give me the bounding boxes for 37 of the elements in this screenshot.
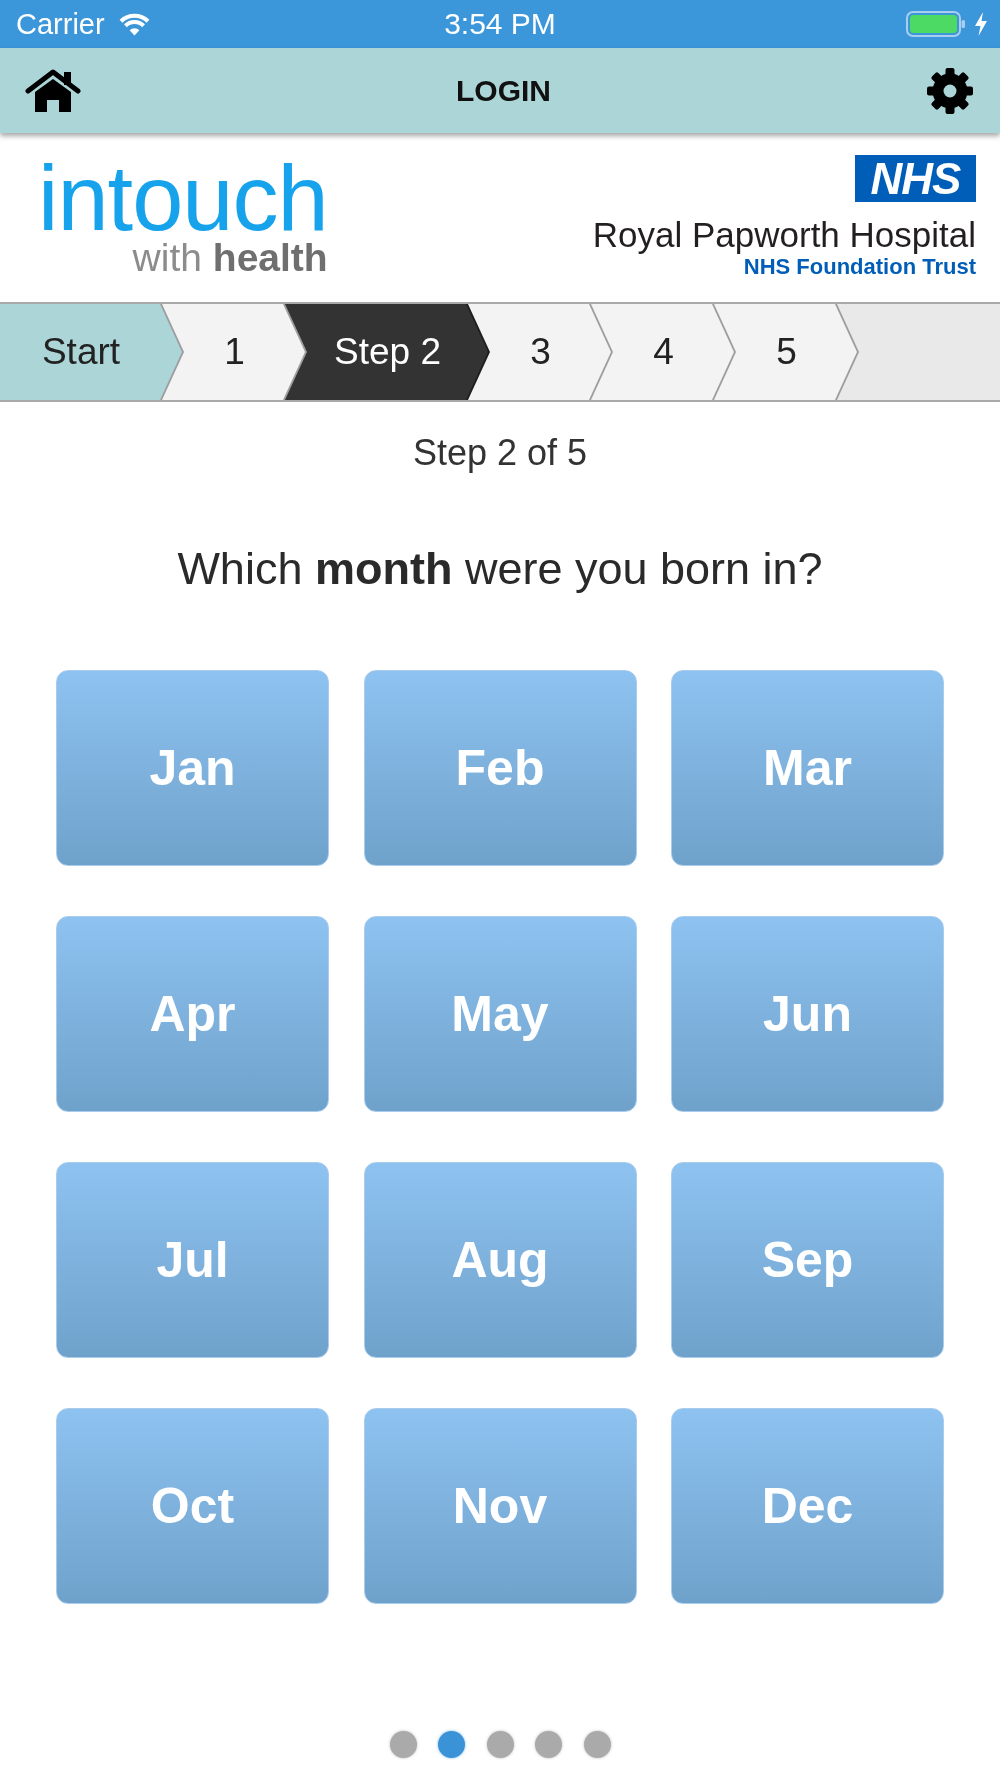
home-icon[interactable] <box>25 68 81 113</box>
month-button[interactable]: Oct <box>56 1408 329 1604</box>
step-tab[interactable]: Step 2 <box>307 304 490 400</box>
month-button[interactable]: Jan <box>56 670 329 866</box>
month-button[interactable]: Nov <box>363 1408 637 1604</box>
month-button[interactable]: Jul <box>56 1162 329 1358</box>
page-dot[interactable] <box>389 1731 417 1758</box>
month-button[interactable]: Sep <box>671 1162 944 1358</box>
page-dot[interactable] <box>583 1731 611 1758</box>
step-tab[interactable]: 1 <box>184 304 307 400</box>
page-dot[interactable] <box>438 1731 465 1758</box>
trust-name: NHS Foundation Trust <box>743 254 976 280</box>
month-button[interactable]: Mar <box>671 670 944 866</box>
hospital-name: Royal Papworth Hospital <box>592 216 976 254</box>
app-logo-tagline: with health <box>132 237 328 278</box>
page-dot[interactable] <box>486 1731 514 1758</box>
step-tab[interactable]: Start <box>0 304 184 400</box>
app-logo-wordmark: intouch <box>38 157 328 238</box>
nav-title: LOGIN <box>456 73 551 108</box>
carrier-label: Carrier <box>16 7 105 41</box>
month-button[interactable]: May <box>363 916 637 1112</box>
step-tab[interactable]: 3 <box>490 304 613 400</box>
wifi-icon <box>118 12 150 36</box>
page-dot[interactable] <box>535 1731 562 1758</box>
clock-time: 3:54 PM <box>444 7 556 40</box>
question-text: Which month were you born in? <box>176 542 824 596</box>
step-tab[interactable]: 4 <box>613 304 736 400</box>
month-button[interactable]: Jun <box>671 916 944 1112</box>
progress-text: Step 2 of 5 <box>411 431 589 475</box>
month-button[interactable]: Aug <box>363 1162 637 1358</box>
logo-badge: NHS <box>855 155 976 202</box>
battery-icon <box>906 11 966 37</box>
month-button[interactable]: Feb <box>363 670 637 866</box>
step-tab[interactable]: 5 <box>736 304 859 400</box>
month-button[interactable]: Dec <box>671 1408 944 1604</box>
month-button[interactable]: Apr <box>56 916 329 1112</box>
settings-icon[interactable] <box>926 66 974 115</box>
